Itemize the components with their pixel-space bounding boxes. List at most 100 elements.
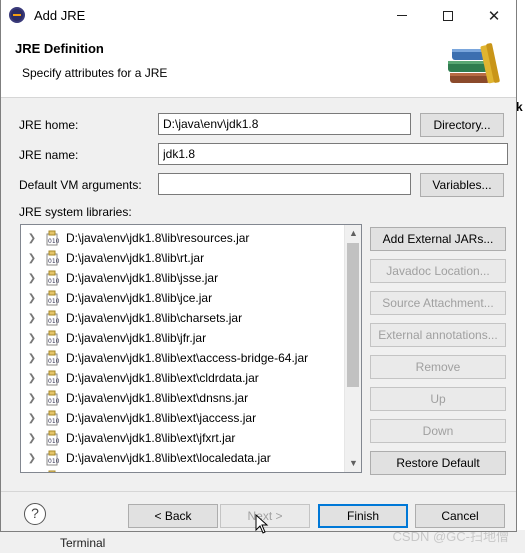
library-row[interactable]: ❯ 010 D:\java\env\jdk1.8\lib\ext\jfxrt.jar <box>21 428 346 448</box>
jar-icon: 010 <box>46 250 60 266</box>
restore-default-button[interactable]: Restore Default <box>370 451 506 475</box>
expand-chevron-icon[interactable]: ❯ <box>21 293 43 304</box>
scroll-down-arrow-icon[interactable]: ▼ <box>345 455 361 472</box>
svg-text:010: 010 <box>48 358 60 365</box>
scroll-thumb[interactable] <box>347 243 359 387</box>
jar-icon: 010 <box>48 470 56 472</box>
svg-text:010: 010 <box>48 278 60 285</box>
expand-chevron-icon[interactable]: ❯ <box>21 233 43 244</box>
jar-icon: 010 <box>46 270 60 286</box>
svg-text:010: 010 <box>48 318 60 325</box>
svg-text:010: 010 <box>48 418 60 425</box>
mouse-cursor-icon <box>255 514 269 534</box>
back-button[interactable]: < Back <box>128 504 218 528</box>
scroll-up-arrow-icon[interactable]: ▲ <box>345 225 361 242</box>
expand-chevron-icon[interactable]: ❯ <box>21 333 43 344</box>
jar-icon: 010 <box>46 350 60 366</box>
libraries-scrollbar[interactable]: ▲ ▼ <box>344 225 361 472</box>
library-row[interactable]: ❯ 010 D:\java\env\jdk1.8\lib\jfr.jar <box>21 328 346 348</box>
finish-button[interactable]: Finish <box>318 504 408 528</box>
external-annotations-button[interactable]: External annotations... <box>370 323 506 347</box>
directory-button[interactable]: Directory... <box>420 113 504 137</box>
jre-name-field[interactable] <box>158 143 508 165</box>
jar-icon: 010 <box>46 230 60 246</box>
add-external-jars-button[interactable]: Add External JARs... <box>370 227 506 251</box>
expand-chevron-icon[interactable]: ❯ <box>21 313 43 324</box>
jre-libraries-tree[interactable]: ▲ ▼ ❯ 010 D:\java\env\jdk1.8\lib\resources… <box>20 224 362 473</box>
maximize-button[interactable] <box>425 0 471 31</box>
library-path: D:\java\env\jdk1.8\lib\ext\jfxrt.jar <box>66 431 236 445</box>
library-row[interactable]: ❯ 010 D:\java\env\jdk1.8\lib\ext\jaccess.j… <box>21 408 346 428</box>
remove-button[interactable]: Remove <box>370 355 506 379</box>
svg-text:010: 010 <box>48 378 60 385</box>
expand-chevron-icon[interactable]: ❯ <box>21 413 43 424</box>
library-path: D:\java\env\jdk1.8\lib\rt.jar <box>66 251 205 265</box>
svg-text:010: 010 <box>48 238 60 245</box>
add-jre-dialog: Add JRE ✕ JRE Definition Specify attribu… <box>0 0 517 534</box>
background-editor-edge: k <box>516 0 525 553</box>
close-icon: ✕ <box>487 7 501 25</box>
svg-text:010: 010 <box>48 438 60 445</box>
library-row[interactable]: ❯ 010 D:\java\env\jdk1.8\lib\rt.jar <box>21 248 346 268</box>
expand-chevron-icon[interactable]: ❯ <box>21 373 43 384</box>
svg-text:010: 010 <box>48 398 60 405</box>
jar-icon: 010 <box>46 430 60 446</box>
minimize-icon <box>397 15 407 16</box>
jar-icon: 010 <box>46 410 60 426</box>
up-button[interactable]: Up <box>370 387 506 411</box>
svg-text:010: 010 <box>48 338 60 345</box>
minimize-button[interactable] <box>379 0 425 31</box>
library-row[interactable]: ❯ 010 D:\java\env\jdk1.8\lib\ext\localedat… <box>21 448 346 468</box>
jre-home-field[interactable] <box>158 113 411 135</box>
jar-icon: 010 <box>46 390 60 406</box>
maximize-icon <box>443 10 453 21</box>
down-button[interactable]: Down <box>370 419 506 443</box>
library-row[interactable]: ❯ 010 D:\java\env\jdk1.8\lib\jsse.jar <box>21 268 346 288</box>
library-row[interactable]: ❯ 010 D:\java\env\jdk1.8\lib\charsets.jar <box>21 308 346 328</box>
page-title: JRE Definition <box>15 41 104 56</box>
source-attachment-button[interactable]: Source Attachment... <box>370 291 506 315</box>
svg-text:010: 010 <box>48 458 60 465</box>
library-row[interactable]: ❯ 010 D:\java\env\jdk1.8\lib\jce.jar <box>21 288 346 308</box>
expand-chevron-icon[interactable]: ❯ <box>21 393 43 404</box>
library-path: D:\java\env\jdk1.8\lib\ext\access-bridge… <box>66 351 309 365</box>
library-path: D:\java\env\jdk1.8\lib\jfr.jar <box>66 331 207 345</box>
library-path: D:\java\env\jdk1.8\lib\ext\nashorn.jar <box>66 471 259 472</box>
library-row[interactable]: ❯ 010 D:\java\env\jdk1.8\lib\resources.jar <box>21 228 346 248</box>
library-path: D:\java\env\jdk1.8\lib\charsets.jar <box>66 311 243 325</box>
close-button[interactable]: ✕ <box>471 0 517 31</box>
cancel-button[interactable]: Cancel <box>415 504 505 528</box>
library-row[interactable]: ❯ 010 D:\java\env\jdk1.8\lib\ext\nashorn.j… <box>21 468 346 474</box>
svg-text:010: 010 <box>48 298 60 305</box>
library-path: D:\java\env\jdk1.8\lib\ext\localedata.ja… <box>66 451 271 465</box>
expand-chevron-icon[interactable]: ❯ <box>21 273 43 284</box>
vm-arguments-label: Default VM arguments: <box>19 178 142 192</box>
library-path: D:\java\env\jdk1.8\lib\ext\jaccess.jar <box>66 411 257 425</box>
variables-button[interactable]: Variables... <box>420 173 504 197</box>
vm-arguments-field[interactable] <box>158 173 411 195</box>
javadoc-location-button[interactable]: Javadoc Location... <box>370 259 506 283</box>
background-terminal-tab: Terminal <box>60 536 106 550</box>
library-row[interactable]: ❯ 010 D:\java\env\jdk1.8\lib\ext\dnsns.jar <box>21 388 346 408</box>
jar-icon: 010 <box>46 290 60 306</box>
expand-chevron-icon[interactable]: ❯ <box>21 433 43 444</box>
library-path: D:\java\env\jdk1.8\lib\resources.jar <box>66 231 250 245</box>
library-path: D:\java\env\jdk1.8\lib\jce.jar <box>66 291 213 305</box>
svg-text:010: 010 <box>48 258 60 265</box>
jre-libraries-label: JRE system libraries: <box>19 205 132 219</box>
expand-chevron-icon[interactable]: ❯ <box>21 353 43 364</box>
jar-icon: 010 <box>46 450 60 466</box>
jre-name-label: JRE name: <box>19 148 79 162</box>
help-icon[interactable]: ? <box>24 503 46 525</box>
expand-chevron-icon[interactable]: ❯ <box>21 253 43 264</box>
background-char: k <box>516 100 523 114</box>
expand-chevron-icon[interactable]: ❯ <box>21 473 43 474</box>
footer-separator <box>1 491 516 492</box>
eclipse-icon <box>9 7 25 23</box>
title-bar: Add JRE ✕ <box>1 0 516 31</box>
library-row[interactable]: ❯ 010 D:\java\env\jdk1.8\lib\ext\access-br… <box>21 348 346 368</box>
library-path: D:\java\env\jdk1.8\lib\ext\cldrdata.jar <box>66 371 259 385</box>
expand-chevron-icon[interactable]: ❯ <box>21 453 43 464</box>
library-row[interactable]: ❯ 010 D:\java\env\jdk1.8\lib\ext\cldrdata.… <box>21 368 346 388</box>
wizard-header: JRE Definition Specify attributes for a … <box>1 31 516 98</box>
